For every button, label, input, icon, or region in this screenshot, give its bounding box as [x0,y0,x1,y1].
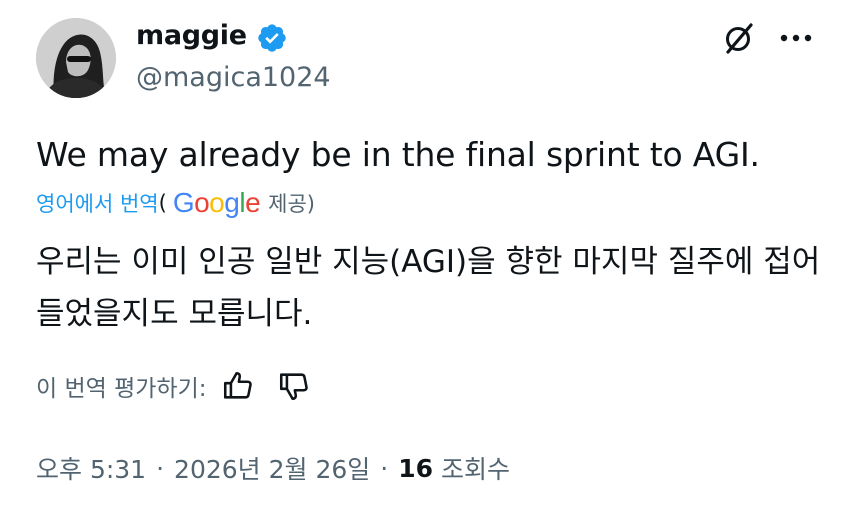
grok-icon[interactable] [720,20,756,56]
handle[interactable]: @magica1024 [136,61,331,95]
tweet-text: We may already be in the final sprint to… [36,135,760,174]
tweet-time[interactable]: 오후 5:31 [36,450,146,486]
avatar[interactable] [36,18,116,98]
google-logo-letter: o [209,187,225,218]
rate-translation-label: 이 번역 평가하기: [36,376,207,402]
view-count: 16 [398,453,434,483]
tweet-meta: 오후 5:31 · 2026년 2월 26일 · 16 조회수 [36,448,510,488]
provided-label: 제공) [268,192,315,216]
google-logo-letter: e [245,187,261,218]
separator-dot: · [156,453,165,483]
google-logo-letter: G [172,187,195,218]
thumbs-up-icon[interactable] [221,369,255,403]
translated-from-link[interactable]: 영어에서 번역 [36,188,159,218]
google-logo-letter: o [194,187,210,218]
display-name[interactable]: maggie [136,18,247,54]
verified-badge-icon[interactable] [256,22,288,54]
translated-text: 우리는 이미 인공 일반 지능(AGI)을 향한 마지막 질주에 접어들었을지도… [36,244,821,332]
translation-attribution: 영어에서 번역 ( Google 제공) [36,186,315,220]
more-options-icon[interactable] [776,24,816,52]
google-logo-letter: g [224,187,240,218]
thumbs-down-icon[interactable] [277,369,311,403]
rate-translation-row: 이 번역 평가하기: [36,366,311,406]
avatar-image [36,18,116,98]
tweet-date[interactable]: 2026년 2월 26일 [174,450,370,486]
views-label: 조회수 [441,455,511,484]
separator-dot: · [380,453,389,483]
google-logo: Google [172,187,261,219]
open-paren: ( [158,191,167,215]
